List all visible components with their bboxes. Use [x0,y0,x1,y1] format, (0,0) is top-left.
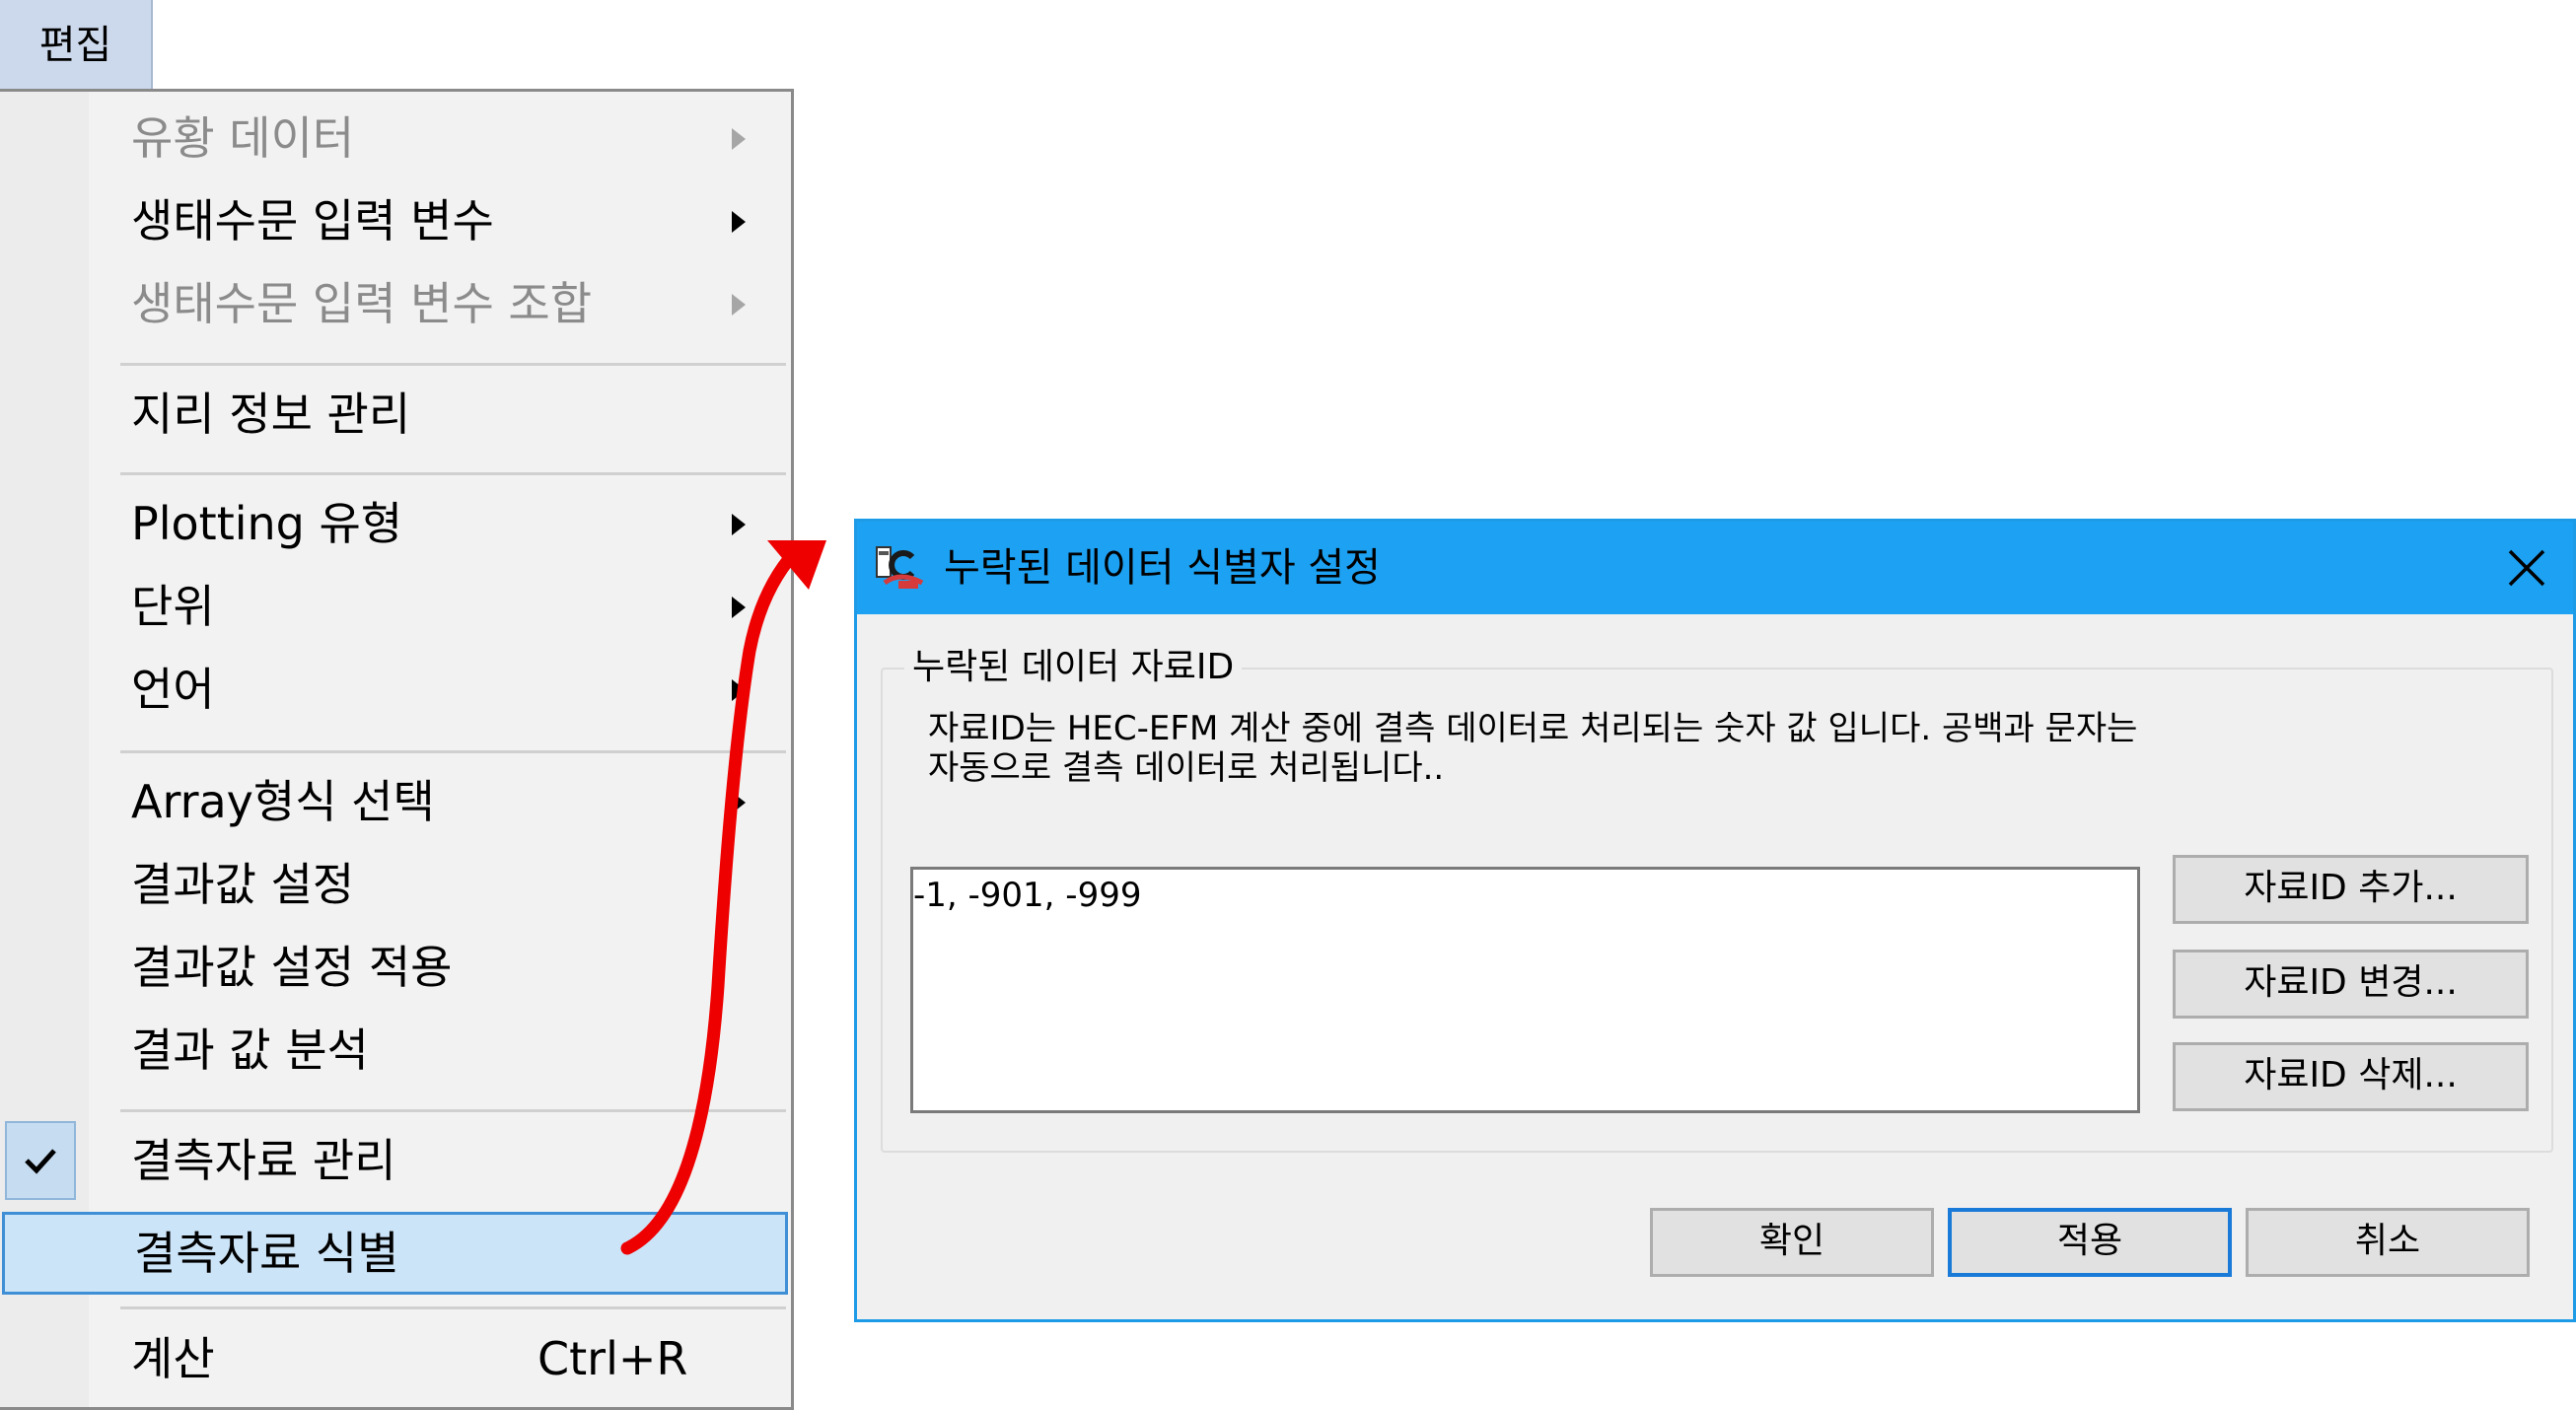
ok-button[interactable]: 확인 [1650,1208,1934,1277]
menu-item-ecohydro-variable-combination[interactable]: 생태수문 입력 변수 조합 [0,262,791,345]
menu-item-language[interactable]: 언어 [0,648,791,731]
menu-item-label: 결측자료 식별 [134,1227,399,1280]
menu-item-label: 결측자료 관리 [131,1134,396,1187]
menu-edit[interactable]: 편집 [0,0,153,91]
menu-item-label: 생태수문 입력 변수 [131,194,494,247]
menu-item-calculate[interactable]: 계산 Ctrl+R [0,1317,791,1400]
menu-separator [120,363,786,366]
menu-item-label: 유황 데이터 [131,111,355,165]
menu-item-geo-info[interactable]: 지리 정보 관리 [0,373,791,456]
menu-item-label: 결과값 설정 [131,858,355,911]
menu-item-label: 결과 값 분석 [131,1023,369,1077]
add-id-button[interactable]: 자료ID 추가... [2173,855,2529,924]
menu-item-array-format[interactable]: Array형식 선택 [0,760,791,843]
menu-item-label: 생태수문 입력 변수 조합 [131,277,593,330]
menu-item-result-analysis[interactable]: 결과 값 분석 [0,1009,791,1092]
menu-item-shortcut: Ctrl+R [537,1332,688,1385]
cancel-button[interactable]: 취소 [2246,1208,2530,1277]
submenu-arrow-icon [732,514,746,535]
close-button[interactable] [2480,522,2573,614]
edit-dropdown-menu: 유황 데이터 생태수문 입력 변수 생태수문 입력 변수 조합 지리 정보 관리… [0,89,794,1410]
menu-item-missing-data-management[interactable]: 결측자료 관리 [0,1119,791,1202]
apply-button[interactable]: 적용 [1948,1208,2232,1277]
menu-item-apply-result-settings[interactable]: 결과값 설정 적용 [0,926,791,1009]
close-icon [2508,549,2545,587]
missing-data-id-list[interactable]: -1, -901, -999 [910,867,2140,1113]
menu-separator [120,750,786,753]
missing-data-identifier-dialog: 누락된 데이터 식별자 설정 누락된 데이터 자료ID 자료ID는 HEC-EF… [854,519,2576,1322]
checked-state-indicator [5,1121,76,1200]
list-item[interactable]: -1, -901, -999 [913,872,1141,919]
menu-separator [120,1306,786,1309]
menu-item-missing-data-identification[interactable]: 결측자료 식별 [2,1212,788,1295]
menu-item-label: 지리 정보 관리 [131,388,411,441]
dialog-title: 누락된 데이터 식별자 설정 [944,545,1381,591]
menu-item-label: 결과값 설정 적용 [131,941,453,994]
menu-item-label: Array형식 선택 [131,775,435,828]
submenu-arrow-icon [732,679,746,701]
menu-bar: 편집 [0,0,794,91]
app-icon [876,546,924,589]
menu-item-flow-data[interactable]: 유황 데이터 [0,97,791,179]
edit-id-button[interactable]: 자료ID 변경... [2173,950,2529,1019]
submenu-arrow-icon [732,597,746,618]
submenu-arrow-icon [732,128,746,150]
description-text: 자료ID는 HEC-EFM 계산 중에 결측 데이터로 처리되는 숫자 값 입니… [928,709,2138,788]
menu-item-label: 단위 [131,580,215,633]
checkmark-icon [25,1149,56,1174]
groupbox-label: 누락된 데이터 자료ID [904,642,1243,693]
menu-item-result-settings[interactable]: 결과값 설정 [0,843,791,926]
dialog-titlebar[interactable]: 누락된 데이터 식별자 설정 [857,522,2573,614]
menu-item-label: 언어 [131,663,215,716]
delete-id-button[interactable]: 자료ID 삭제... [2173,1042,2529,1111]
menu-item-plotting-type[interactable]: Plotting 유형 [0,482,791,565]
menu-item-ecohydro-input-variables[interactable]: 생태수문 입력 변수 [0,179,791,262]
menu-item-units[interactable]: 단위 [0,565,791,648]
menu-separator [120,1109,786,1112]
menu-item-label: 계산 [131,1332,215,1385]
submenu-arrow-icon [732,792,746,813]
submenu-arrow-icon [732,294,746,316]
menu-item-label: Plotting 유형 [131,497,403,550]
menu-separator [120,472,786,475]
submenu-arrow-icon [732,211,746,233]
